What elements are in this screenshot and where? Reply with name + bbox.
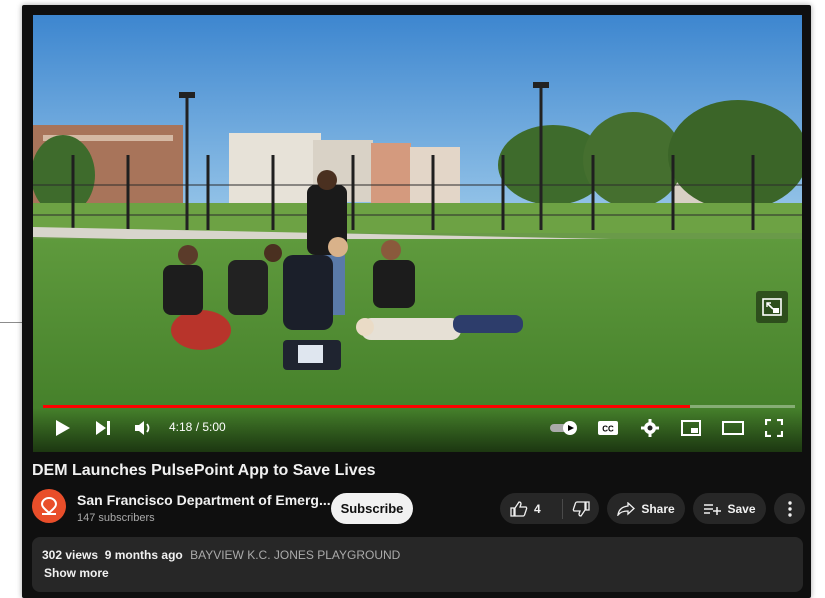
share-button[interactable]: Share [607, 493, 685, 524]
gear-icon [641, 419, 659, 437]
miniplayer-button[interactable] [678, 414, 704, 442]
picture-in-picture-button[interactable] [756, 291, 788, 323]
captions-icon: CC [598, 421, 618, 435]
show-more-button[interactable]: Show more [44, 566, 109, 580]
miniplayer-icon [681, 420, 701, 436]
dislike-button[interactable] [563, 493, 599, 524]
time-separator: / [192, 420, 203, 434]
video-meta: 302 views 9 months ago BAYVIEW K.C. JONE… [42, 548, 400, 562]
channel-name[interactable]: San Francisco Department of Emerg... [77, 492, 331, 508]
video-player[interactable]: 4:18 / 5:00 CC [33, 15, 802, 452]
svg-text:CC: CC [602, 425, 614, 434]
theater-icon [722, 421, 744, 435]
like-dislike-group: 4 [500, 493, 599, 524]
autoplay-toggle[interactable] [548, 414, 580, 442]
more-vert-icon [787, 500, 792, 517]
next-button[interactable] [91, 414, 115, 442]
description-box[interactable]: 302 views 9 months ago BAYVIEW K.C. JONE… [32, 537, 803, 592]
picture-in-picture-icon [762, 298, 782, 316]
time-display: 4:18 / 5:00 [169, 420, 226, 434]
theater-mode-button[interactable] [719, 414, 747, 442]
share-icon [617, 501, 636, 516]
upload-age: 9 months ago [104, 548, 183, 562]
autoplay-toggle-icon [550, 421, 577, 435]
volume-button[interactable] [131, 414, 157, 442]
youtube-player-window: 4:18 / 5:00 CC DEM Launches PulsePoint A… [22, 5, 811, 598]
view-count: 302 views [42, 548, 99, 562]
like-button[interactable]: 4 [500, 493, 562, 524]
save-playlist-icon [704, 503, 722, 515]
location-tag[interactable]: BAYVIEW K.C. JONES PLAYGROUND [190, 548, 400, 562]
like-count: 4 [534, 501, 541, 516]
share-label: Share [641, 501, 675, 516]
save-button[interactable]: Save [693, 493, 766, 524]
thumbs-down-icon [572, 500, 590, 517]
video-title: DEM Launches PulsePoint App to Save Live… [32, 462, 376, 479]
channel-avatar[interactable] [32, 489, 66, 523]
captions-button[interactable]: CC [595, 414, 621, 442]
player-controls: 4:18 / 5:00 CC [33, 408, 802, 452]
play-icon [56, 420, 70, 436]
thumbs-up-icon [510, 500, 528, 517]
current-time: 4:18 [169, 420, 193, 434]
play-button[interactable] [51, 414, 75, 442]
subscribe-button[interactable]: Subscribe [331, 493, 413, 524]
volume-icon [135, 421, 150, 435]
next-icon [96, 421, 110, 435]
fullscreen-button[interactable] [761, 414, 787, 442]
video-frame-image [33, 15, 802, 452]
duration: 5:00 [202, 420, 226, 434]
channel-logo-icon [40, 496, 58, 515]
settings-button[interactable] [637, 414, 663, 442]
fullscreen-icon [765, 419, 783, 437]
subscriber-count: 147 subscribers [77, 512, 155, 524]
more-actions-button[interactable] [774, 493, 805, 524]
save-label: Save [727, 501, 756, 516]
